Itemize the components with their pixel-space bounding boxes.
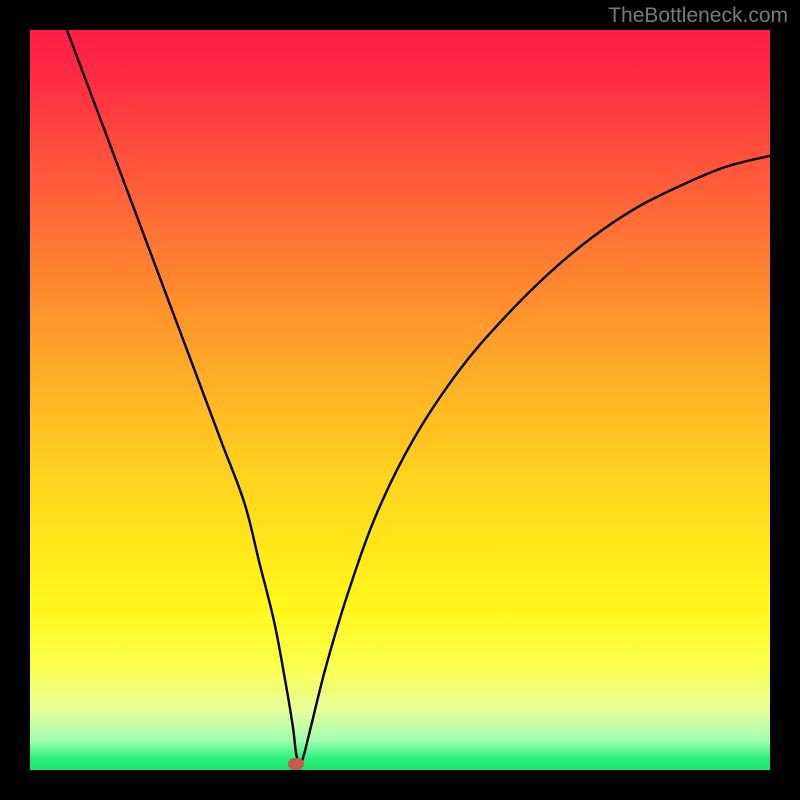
plot-area [30, 30, 770, 770]
bottleneck-curve [30, 30, 770, 770]
optimum-marker [288, 758, 304, 770]
attribution-label: TheBottleneck.com [608, 4, 788, 28]
